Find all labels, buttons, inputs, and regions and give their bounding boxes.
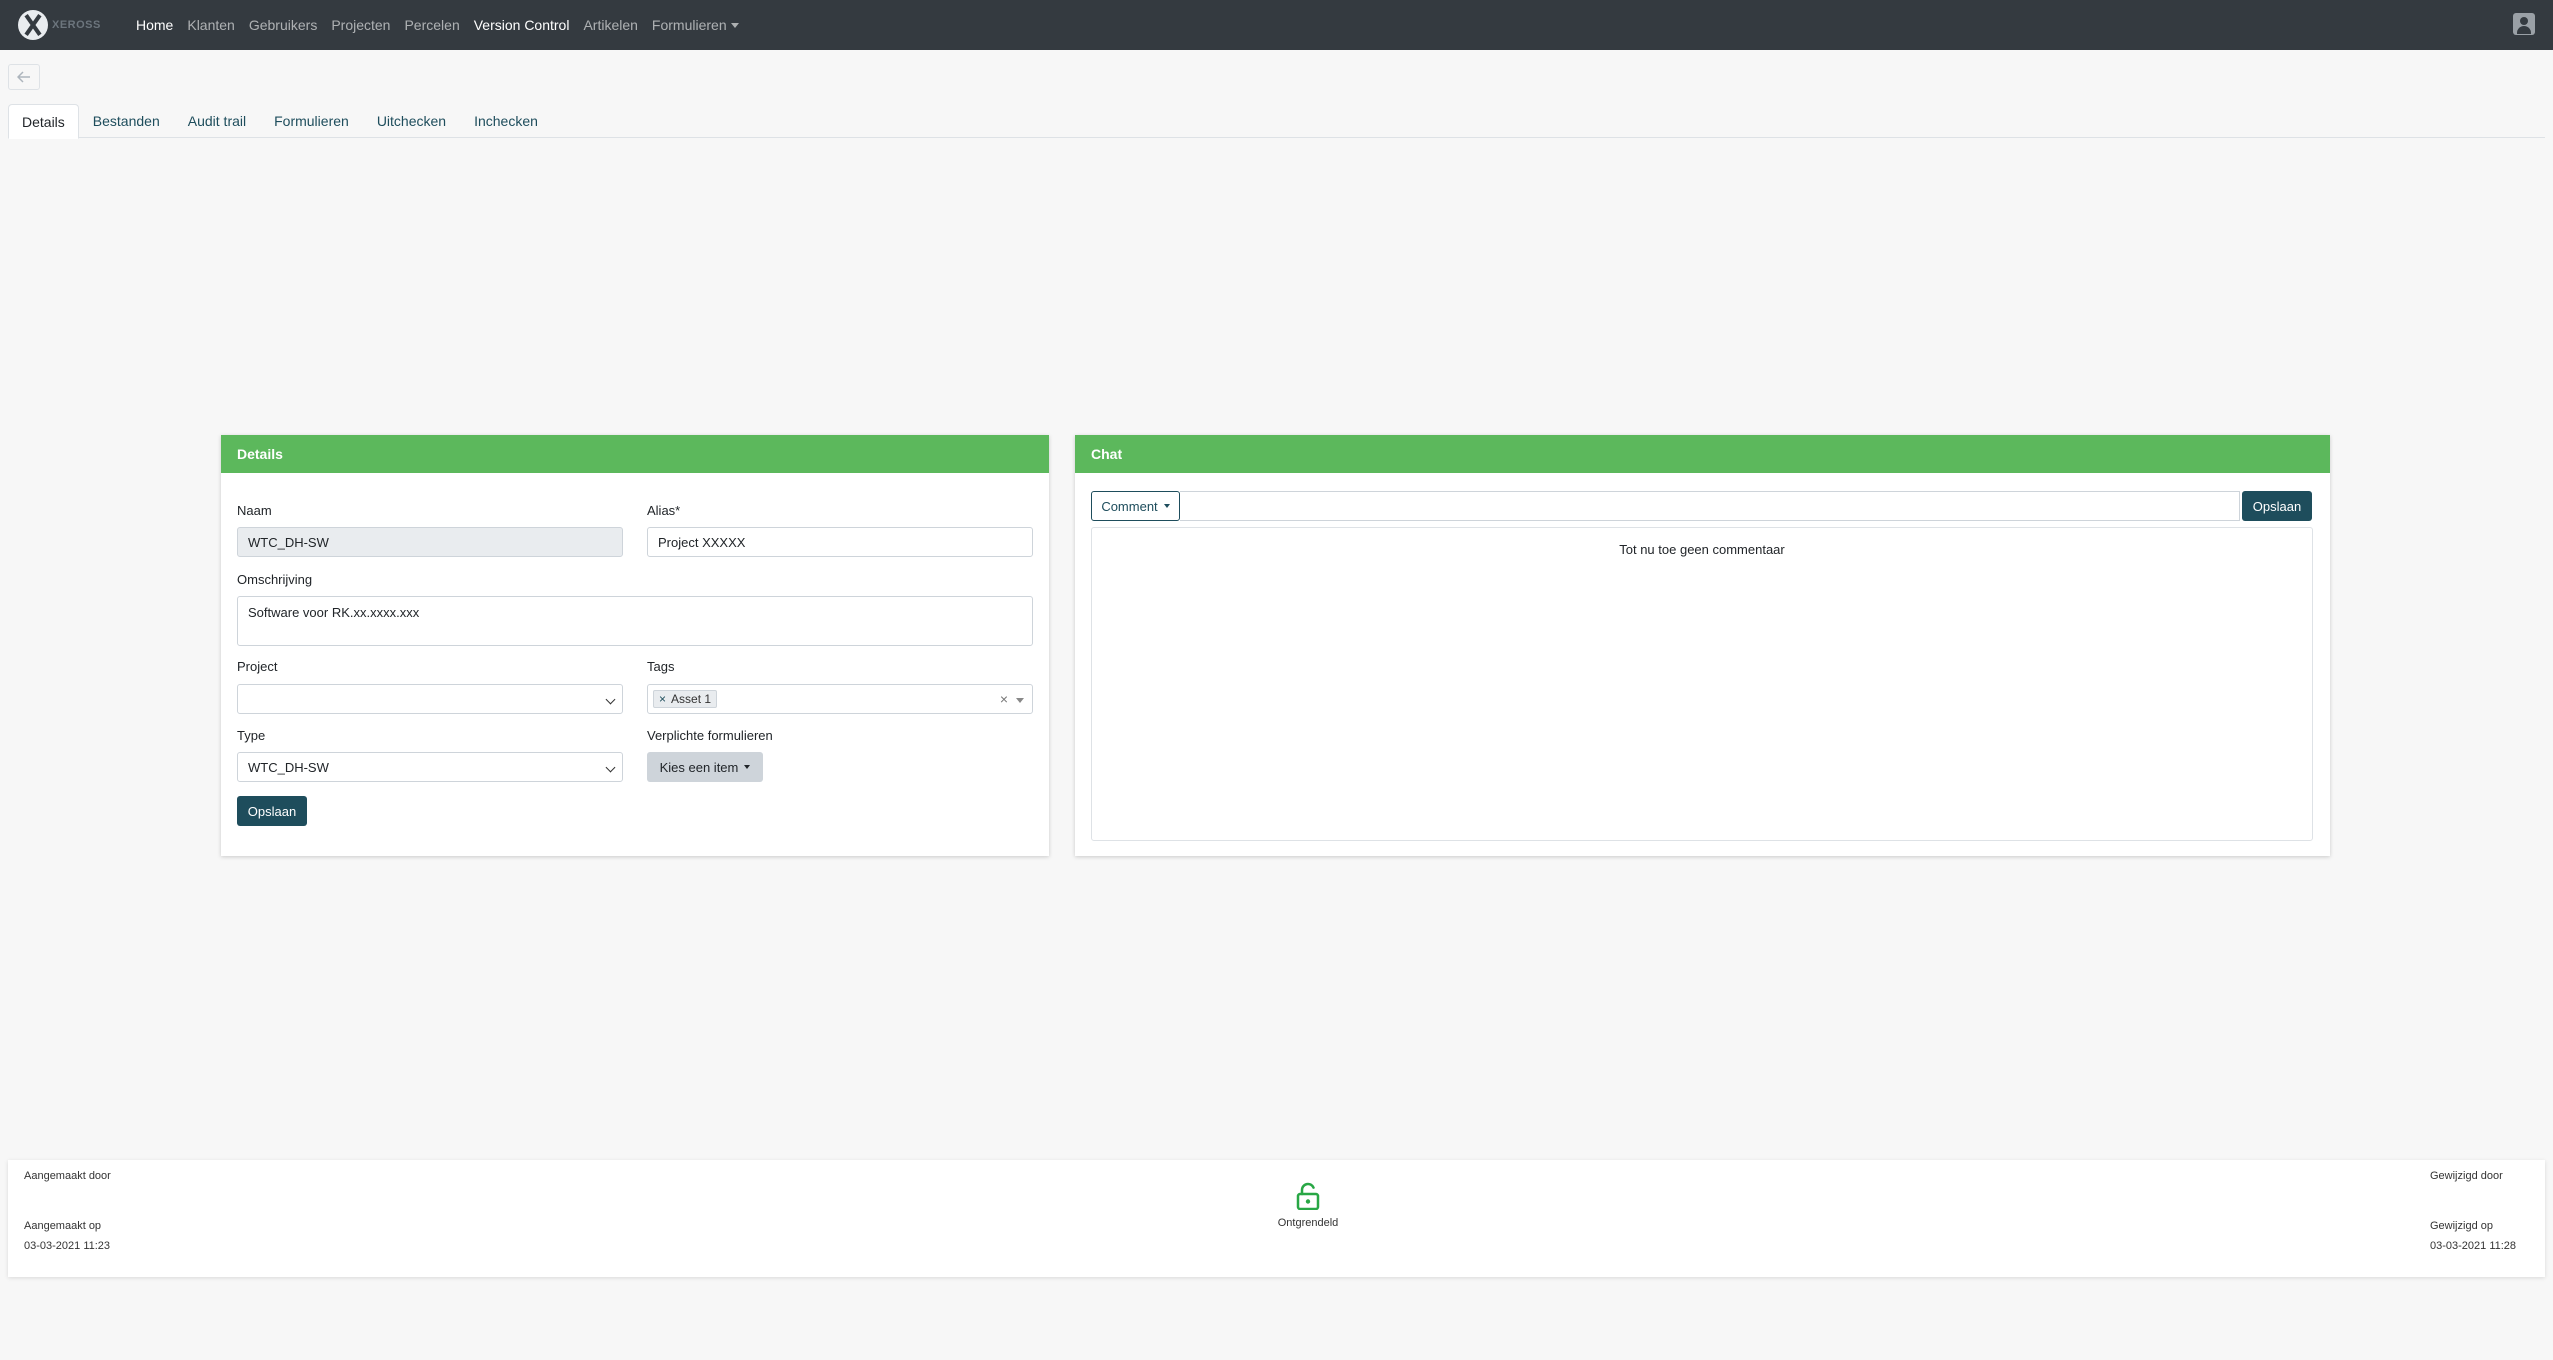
nav-percelen[interactable]: Percelen xyxy=(397,17,466,33)
created-on-value: 03-03-2021 11:23 xyxy=(24,1240,111,1252)
naam-value: WTC_DH-SW xyxy=(248,534,329,550)
tags-select[interactable]: × Asset 1 × xyxy=(647,684,1033,714)
alias-label: Alias* xyxy=(647,503,681,518)
tab-audit-trail[interactable]: Audit trail xyxy=(174,104,260,138)
chat-save-button[interactable]: Opslaan xyxy=(2242,491,2312,521)
chat-card: Chat Comment Opslaan Tot nu toe geen com… xyxy=(1075,435,2330,856)
modified-on-label: Gewijzigd op xyxy=(2430,1220,2493,1232)
chat-messages-area: Tot nu toe geen commentaar xyxy=(1091,527,2313,841)
tab-formulieren[interactable]: Formulieren xyxy=(260,104,363,138)
chevron-down-icon xyxy=(605,762,616,773)
lock-status: Ontgrendeld xyxy=(1270,1182,1346,1229)
chat-message-input[interactable] xyxy=(1180,491,2240,521)
tab-inchecken[interactable]: Inchecken xyxy=(460,104,552,138)
chat-card-header: Chat xyxy=(1075,435,2330,473)
kies-een-item-button[interactable]: Kies een item xyxy=(647,752,763,782)
project-select[interactable] xyxy=(237,684,623,714)
tab-bar: Details Bestanden Audit trail Formuliere… xyxy=(8,104,2545,139)
comment-type-dropdown[interactable]: Comment xyxy=(1091,491,1180,521)
omschrijving-label: Omschrijving xyxy=(237,572,313,587)
nav-formulieren-dropdown[interactable]: Formulieren xyxy=(645,17,746,33)
lock-status-text: Ontgrendeld xyxy=(1277,1217,1339,1229)
type-value: WTC_DH-SW xyxy=(248,759,329,775)
alias-input[interactable]: Project XXXXX xyxy=(647,527,1033,557)
tab-uitchecken[interactable]: Uitchecken xyxy=(363,104,460,138)
nav-klanten[interactable]: Klanten xyxy=(180,17,241,33)
modified-by-label: Gewijzigd door xyxy=(2430,1170,2503,1182)
alias-value: Project XXXXX xyxy=(658,534,746,550)
details-save-button[interactable]: Opslaan xyxy=(237,796,307,826)
omschrijving-textarea[interactable]: Software voor RK.xx.xxxx.xxx xyxy=(237,596,1033,646)
nav-artikelen[interactable]: Artikelen xyxy=(576,17,644,33)
details-card-header: Details xyxy=(221,435,1049,473)
nav-gebruikers[interactable]: Gebruikers xyxy=(242,17,324,33)
modified-on-value: 03-03-2021 11:28 xyxy=(2430,1240,2517,1252)
kies-een-item-label: Kies een item xyxy=(659,759,739,775)
tags-label: Tags xyxy=(647,659,675,674)
back-button[interactable] xyxy=(8,64,40,90)
logo-x-icon xyxy=(18,10,48,40)
tag-chip: × Asset 1 xyxy=(653,690,718,708)
nav-version-control[interactable]: Version Control xyxy=(467,17,577,33)
chevron-down-icon xyxy=(605,694,616,705)
caret-down-icon xyxy=(1163,504,1170,508)
comment-type-label: Comment xyxy=(1101,498,1158,514)
tab-details[interactable]: Details xyxy=(8,104,79,139)
unlock-icon xyxy=(1296,1182,1320,1211)
nav-projecten[interactable]: Projecten xyxy=(324,17,397,33)
created-on-label: Aangemaakt op xyxy=(24,1220,102,1232)
record-footer: Aangemaakt door Aangemaakt op 03-03-2021… xyxy=(8,1160,2545,1277)
caret-down-icon xyxy=(744,765,751,769)
user-account-icon[interactable] xyxy=(2513,13,2535,35)
naam-label: Naam xyxy=(237,503,272,518)
tab-bestanden[interactable]: Bestanden xyxy=(79,104,174,138)
brand-logo[interactable]: XEROSS xyxy=(18,10,102,40)
caret-down-icon xyxy=(1016,698,1024,703)
verplichte-formulieren-label: Verplichte formulieren xyxy=(647,728,773,743)
logo-text: XEROSS xyxy=(52,19,101,31)
project-label: Project xyxy=(237,659,278,674)
created-by-label: Aangemaakt door xyxy=(24,1170,111,1182)
remove-tag-icon[interactable]: × xyxy=(659,692,666,706)
chat-empty-message: Tot nu toe geen commentaar xyxy=(1619,542,1785,557)
omschrijving-value: Software voor RK.xx.xxxx.xxx xyxy=(248,605,420,620)
arrow-left-icon xyxy=(17,71,30,83)
nav-links: Home Klanten Gebruikers Projecten Percel… xyxy=(129,0,746,50)
tag-value: Asset 1 xyxy=(671,692,712,706)
type-select[interactable]: WTC_DH-SW xyxy=(237,752,623,782)
naam-input[interactable]: WTC_DH-SW xyxy=(237,527,623,557)
clear-tags-icon[interactable]: × xyxy=(1000,691,1008,707)
type-label: Type xyxy=(237,728,266,743)
details-card: Details Naam WTC_DH-SW Alias* Project XX… xyxy=(221,435,1049,856)
nav-home[interactable]: Home xyxy=(129,17,180,33)
top-navbar: XEROSS Home Klanten Gebruikers Projecten… xyxy=(0,0,2553,50)
